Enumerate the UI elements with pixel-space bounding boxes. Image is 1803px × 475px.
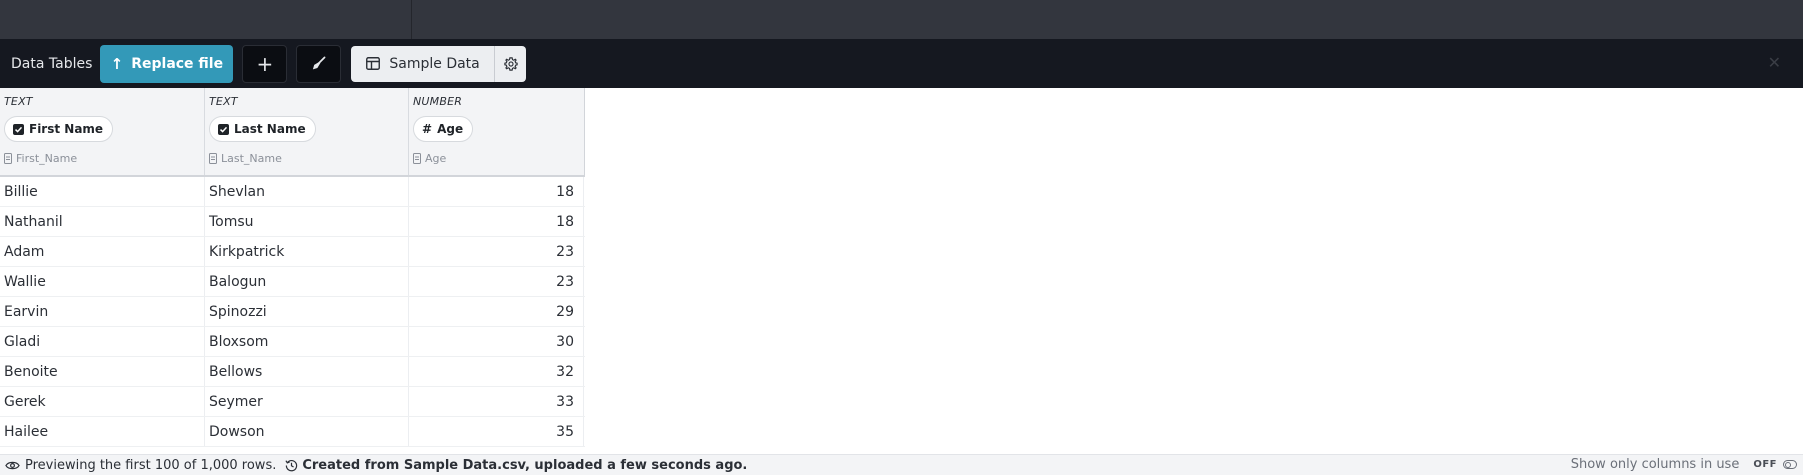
cell-age: 32 <box>409 357 584 386</box>
source-file-icon <box>4 153 12 164</box>
preview-text: Previewing the first 100 of 1,000 rows. <box>25 457 277 473</box>
cell-age: 35 <box>409 417 584 446</box>
table-row: Billie Shevlan 18 <box>0 177 585 207</box>
plus-icon: + <box>256 51 274 76</box>
cell-first-name: Adam <box>0 237 205 266</box>
add-button[interactable]: + <box>242 44 288 83</box>
cell-age: 23 <box>409 237 584 266</box>
dataset-name: Sample Data <box>389 55 480 72</box>
column-header-first-name[interactable]: TEXT First Name First_Name <box>0 88 205 175</box>
column-name: Age <box>437 122 464 136</box>
table-header: TEXT First Name First_Name TEXT Last Nam… <box>0 88 585 177</box>
table-row: Benoite Bellows 32 <box>0 357 585 387</box>
cell-last-name: Tomsu <box>205 207 409 236</box>
column-name: First Name <box>29 122 104 136</box>
table-row: Hailee Dowson 35 <box>0 417 585 447</box>
column-source: Age <box>413 152 446 165</box>
cell-last-name: Seymer <box>205 387 409 416</box>
column-header-age[interactable]: NUMBER # Age Age <box>409 88 584 175</box>
status-footer: Previewing the first 100 of 1,000 rows. … <box>0 454 1803 475</box>
cell-first-name: Nathanil <box>0 207 205 236</box>
cell-age: 29 <box>409 297 584 326</box>
cell-first-name: Earvin <box>0 297 205 326</box>
created-text: Created from Sample Data.csv, uploaded a… <box>302 457 748 473</box>
cell-last-name: Dowson <box>205 417 409 446</box>
replace-file-button[interactable]: ↑ Replace file <box>100 44 234 83</box>
show-only-columns-label: Show only columns in use <box>1570 457 1740 472</box>
show-only-columns-control: Show only columns in use OFF <box>1571 457 1797 472</box>
show-only-columns-toggle[interactable] <box>1783 460 1797 469</box>
dataset-selector: Sample Data <box>351 45 527 82</box>
gear-icon <box>504 56 518 71</box>
table-row: Earvin Spinozzi 29 <box>0 297 585 327</box>
source-file-icon <box>413 153 421 164</box>
upload-arrow-icon: ↑ <box>110 54 124 73</box>
column-name-pill[interactable]: # Age <box>413 116 474 142</box>
column-name-pill[interactable]: First Name <box>4 116 114 142</box>
cell-age: 18 <box>409 207 584 236</box>
table-icon <box>366 57 381 70</box>
replace-file-label: Replace file <box>131 55 224 72</box>
data-table: TEXT First Name First_Name TEXT Last Nam… <box>0 88 585 447</box>
cell-first-name: Wallie <box>0 267 205 296</box>
cell-age: 33 <box>409 387 584 416</box>
column-type: NUMBER <box>413 95 463 108</box>
hash-icon: # <box>422 122 433 136</box>
cell-first-name: Billie <box>0 177 205 206</box>
column-name-pill[interactable]: Last Name <box>209 116 316 142</box>
dataset-settings-button[interactable] <box>494 45 526 82</box>
toggle-state: OFF <box>1753 459 1777 470</box>
column-header-last-name[interactable]: TEXT Last Name Last_Name <box>205 88 409 175</box>
column-source-name: Last_Name <box>221 152 282 165</box>
column-source-name: First_Name <box>16 152 78 165</box>
checkbox-icon <box>13 123 24 135</box>
column-type: TEXT <box>209 95 238 108</box>
broom-icon <box>313 56 326 70</box>
column-source-name: Age <box>425 152 447 165</box>
cell-last-name: Balogun <box>205 267 409 296</box>
history-icon <box>285 459 298 471</box>
table-row: Gladi Bloxsom 30 <box>0 327 585 357</box>
column-source: First_Name <box>4 152 77 165</box>
clean-data-button[interactable] <box>296 44 342 83</box>
table-row: Adam Kirkpatrick 23 <box>0 237 585 267</box>
cell-last-name: Bloxsom <box>205 327 409 356</box>
cell-last-name: Bellows <box>205 357 409 386</box>
table-body: Billie Shevlan 18 Nathanil Tomsu 18 Adam… <box>0 177 585 447</box>
eye-icon <box>5 461 20 469</box>
table-row: Nathanil Tomsu 18 <box>0 207 585 237</box>
cell-last-name: Spinozzi <box>205 297 409 326</box>
table-row: Wallie Balogun 23 <box>0 267 585 297</box>
cell-first-name: Benoite <box>0 357 205 386</box>
table-row: Gerek Seymer 33 <box>0 387 585 417</box>
close-icon[interactable]: ✕ <box>1768 53 1781 72</box>
cell-last-name: Kirkpatrick <box>205 237 409 266</box>
source-file-icon <box>209 153 217 164</box>
cell-last-name: Shevlan <box>205 177 409 206</box>
cell-age: 23 <box>409 267 584 296</box>
created-info: Created from Sample Data.csv, uploaded a… <box>285 458 747 473</box>
dataset-name-button[interactable]: Sample Data <box>351 46 494 82</box>
cell-first-name: Gerek <box>0 387 205 416</box>
cell-first-name: Gladi <box>0 327 205 356</box>
cell-age: 30 <box>409 327 584 356</box>
checkbox-icon <box>218 123 229 135</box>
preview-info: Previewing the first 100 of 1,000 rows. <box>5 458 276 473</box>
column-source: Last_Name <box>209 152 282 165</box>
app-title: Data Tables <box>11 55 93 72</box>
column-name: Last Name <box>234 122 306 136</box>
top-bar-divider <box>411 0 412 39</box>
cell-age: 18 <box>409 177 584 206</box>
top-bar <box>0 0 1803 39</box>
toolbar: Data Tables ↑ Replace file + Sample Data <box>0 39 1803 88</box>
cell-first-name: Hailee <box>0 417 205 446</box>
column-type: TEXT <box>4 95 33 108</box>
